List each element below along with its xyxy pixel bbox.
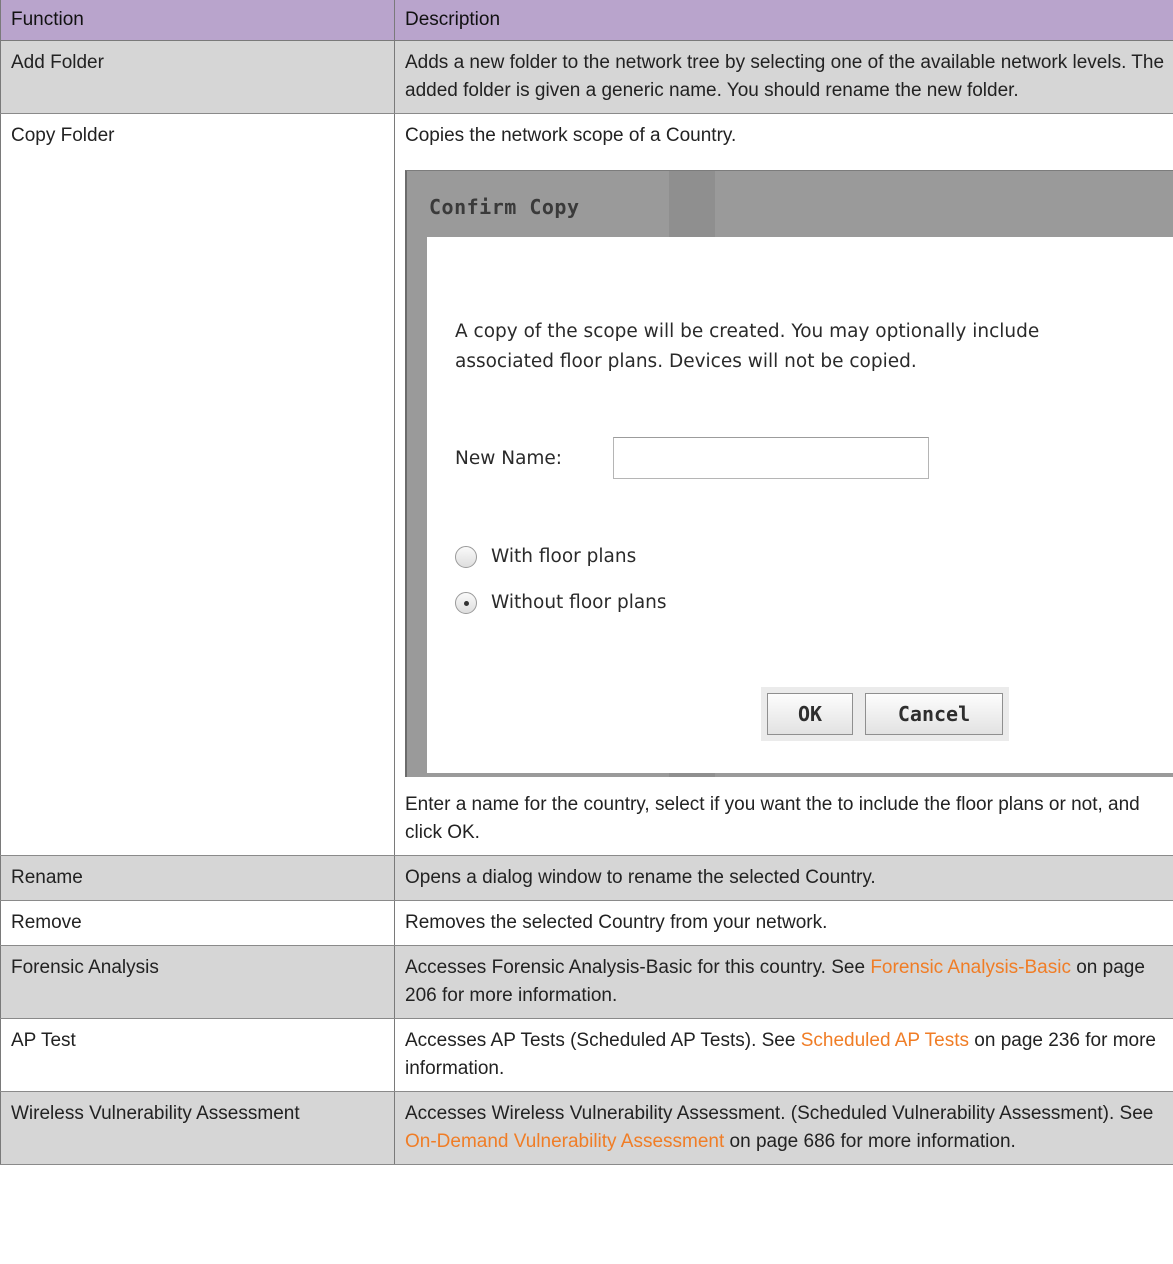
radio-label: With floor plans bbox=[491, 546, 637, 567]
table-row: Forensic Analysis Accesses Forensic Anal… bbox=[0, 945, 1173, 1019]
forensic-analysis-basic-link[interactable]: Forensic Analysis-Basic bbox=[870, 957, 1071, 978]
ok-button[interactable]: OK bbox=[767, 693, 853, 735]
description-text: on page 686 for more information. bbox=[724, 1131, 1016, 1152]
table-row: Copy Folder Copies the network scope of … bbox=[0, 113, 1173, 856]
table-row: Rename Opens a dialog window to rename t… bbox=[0, 855, 1173, 901]
radio-selected-icon[interactable] bbox=[455, 592, 477, 614]
cancel-button[interactable]: Cancel bbox=[865, 693, 1003, 735]
function-cell: Wireless Vulnerability Assessment bbox=[0, 1091, 395, 1165]
confirm-copy-dialog-screenshot: Confirm Copy A copy of the scope will be… bbox=[405, 170, 1173, 777]
dialog-body: A copy of the scope will be created. You… bbox=[427, 237, 1173, 773]
table-row: Remove Removes the selected Country from… bbox=[0, 900, 1173, 946]
radio-unselected-icon[interactable] bbox=[455, 546, 477, 568]
description-cell: Opens a dialog window to rename the sele… bbox=[394, 855, 1173, 901]
description-text: Accesses Forensic Analysis-Basic for thi… bbox=[405, 957, 871, 978]
description-text: Copies the network scope of a Country. bbox=[405, 125, 737, 146]
function-cell: Add Folder bbox=[0, 40, 395, 114]
without-floor-plans-option[interactable]: Without floor plans bbox=[455, 588, 667, 618]
description-cell: Accesses Wireless Vulnerability Assessme… bbox=[394, 1091, 1173, 1165]
with-floor-plans-option[interactable]: With floor plans bbox=[455, 542, 636, 572]
table-row: Wireless Vulnerability Assessment Access… bbox=[0, 1091, 1173, 1165]
dialog-title: Confirm Copy bbox=[429, 195, 580, 219]
description-cell: Accesses Forensic Analysis-Basic for thi… bbox=[394, 945, 1173, 1019]
function-cell: Forensic Analysis bbox=[0, 945, 395, 1019]
column-header-description: Description bbox=[394, 0, 1173, 41]
description-followup-text: Enter a name for the country, select if … bbox=[405, 794, 1140, 843]
function-cell: Remove bbox=[0, 900, 395, 946]
description-cell: Removes the selected Country from your n… bbox=[394, 900, 1173, 946]
radio-label: Without floor plans bbox=[491, 592, 667, 613]
table-row: Add Folder Adds a new folder to the netw… bbox=[0, 40, 1173, 114]
scheduled-ap-tests-link[interactable]: Scheduled AP Tests bbox=[801, 1030, 969, 1051]
function-cell: Rename bbox=[0, 855, 395, 901]
description-text: Accesses AP Tests (Scheduled AP Tests). … bbox=[405, 1030, 801, 1051]
function-cell: Copy Folder bbox=[0, 113, 395, 856]
on-demand-vulnerability-assessment-link[interactable]: On-Demand Vulnerability Assessment bbox=[405, 1131, 724, 1152]
column-header-function: Function bbox=[0, 0, 395, 41]
description-text: Accesses Wireless Vulnerability Assessme… bbox=[405, 1103, 1154, 1124]
table-row: AP Test Accesses AP Tests (Scheduled AP … bbox=[0, 1018, 1173, 1092]
new-name-input[interactable] bbox=[613, 437, 929, 479]
table-header-row: Function Description bbox=[0, 0, 1173, 41]
dialog-message: A copy of the scope will be created. You… bbox=[455, 321, 1040, 372]
description-cell: Copies the network scope of a Country. C… bbox=[394, 113, 1173, 856]
function-description-table: Function Description Add Folder Adds a n… bbox=[0, 0, 1173, 1165]
new-name-label: New Name: bbox=[455, 448, 563, 469]
function-cell: AP Test bbox=[0, 1018, 395, 1092]
description-cell: Adds a new folder to the network tree by… bbox=[394, 40, 1173, 114]
description-cell: Accesses AP Tests (Scheduled AP Tests). … bbox=[394, 1018, 1173, 1092]
